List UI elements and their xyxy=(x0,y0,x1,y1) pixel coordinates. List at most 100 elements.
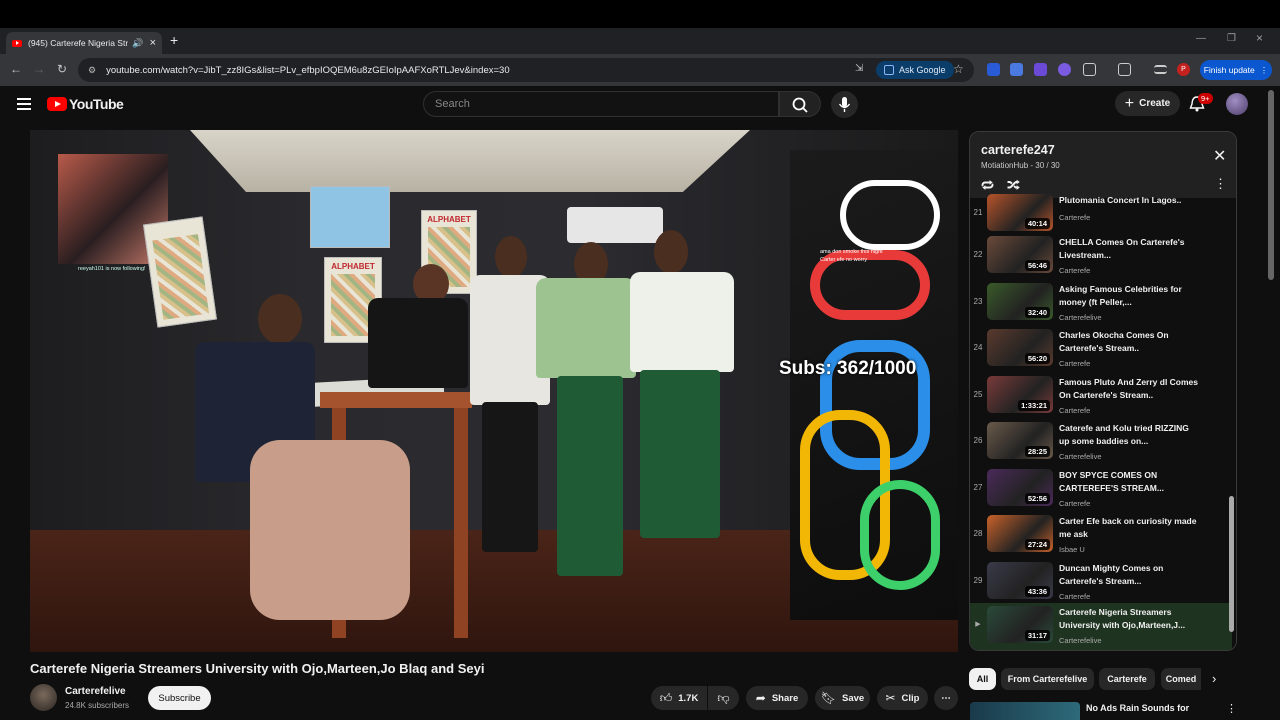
search-input[interactable]: Search xyxy=(423,91,779,117)
item-thumbnail[interactable]: 32:40 xyxy=(987,283,1053,320)
profile-icon[interactable]: P xyxy=(1177,63,1190,76)
playlist-item[interactable]: 22 56:46 CHELLA Comes On Carterefe's Liv… xyxy=(970,233,1232,279)
item-thumbnail[interactable]: 40:14 xyxy=(987,194,1053,231)
alphabet-label-2: ALPHABET xyxy=(427,215,471,224)
subscribe-button[interactable]: Subscribe xyxy=(148,686,211,710)
playlist-item[interactable]: 28 27:24 Carter Efe back on curiosity ma… xyxy=(970,512,1232,558)
channel-avatar[interactable] xyxy=(30,684,57,711)
playlist-item[interactable]: 26 28:25 Caterefe and Kolu tried RIZZING… xyxy=(970,419,1232,465)
more-menu-icon: ⋮ xyxy=(1259,64,1269,75)
browser-tab[interactable]: (945) Carterefe Nigeria Stre 🔊 × xyxy=(6,32,162,54)
playlist-item-now-playing[interactable]: ▶ 31:17 Carterefe Nigeria Streamers Univ… xyxy=(970,603,1232,650)
item-title[interactable]: CHELLA Comes On Carterefe's Livestream..… xyxy=(1059,236,1199,262)
tab-title: (945) Carterefe Nigeria Stre xyxy=(28,38,129,48)
address-bar[interactable]: ⚙ youtube.com/watch?v=JibT_zz8IGs&list=P… xyxy=(78,58,974,82)
close-window-icon[interactable]: × xyxy=(1256,31,1263,45)
chip-carterefe[interactable]: Carterefe xyxy=(1099,668,1155,690)
clip-button[interactable]: ✂ Clip xyxy=(877,686,928,710)
cloud-extension-icon[interactable] xyxy=(1058,63,1071,76)
more-actions-button[interactable]: ⋯ xyxy=(934,686,958,710)
install-app-icon[interactable]: ⇲ xyxy=(855,63,863,74)
item-channel: Carterefelive xyxy=(1059,452,1102,461)
item-duration: 56:20 xyxy=(1024,353,1050,364)
playlist-item[interactable]: 24 56:20 Charles Okocha Comes On Cartere… xyxy=(970,326,1232,372)
item-title[interactable]: Famous Pluto And Zerry dl Comes On Carte… xyxy=(1059,376,1199,402)
channel-name[interactable]: Carterefelive xyxy=(65,686,126,697)
new-tab-icon[interactable]: + xyxy=(170,32,178,48)
desk-top xyxy=(320,392,472,408)
finish-update-button[interactable]: Finish update ⋮ xyxy=(1200,60,1272,80)
youtube-logo[interactable]: YouTube xyxy=(47,96,124,112)
next-video-more-icon[interactable]: ⋮ xyxy=(1226,702,1237,715)
reading-list-icon[interactable] xyxy=(1154,65,1167,74)
close-tab-icon[interactable]: × xyxy=(150,37,156,49)
chip-all[interactable]: All xyxy=(969,668,996,690)
bookmark-star-icon[interactable]: ☆ xyxy=(953,62,964,76)
playlist-item[interactable]: 25 1:33:21 Famous Pluto And Zerry dl Com… xyxy=(970,373,1232,419)
minimize-icon[interactable]: — xyxy=(1196,33,1206,44)
account-avatar[interactable] xyxy=(1226,93,1248,115)
next-video-title[interactable]: No Ads Rain Sounds for xyxy=(1086,703,1189,713)
item-thumbnail[interactable]: 1:33:21 xyxy=(987,376,1053,413)
chat-line: ama don smoke this night xyxy=(820,249,883,255)
back-icon[interactable]: ← xyxy=(10,62,22,76)
reload-icon[interactable]: ↻ xyxy=(57,62,67,76)
playlist-title[interactable]: carterefe247 xyxy=(981,143,1055,157)
voice-search-button[interactable] xyxy=(831,91,858,118)
save-button[interactable]: 🔖︎ Save xyxy=(815,686,870,710)
share-button[interactable]: ➦ Share xyxy=(746,686,808,710)
playlist-item[interactable]: 29 43:36 Duncan Mighty Comes on Carteref… xyxy=(970,559,1232,605)
chip-next-arrow-icon[interactable]: › xyxy=(1212,671,1216,686)
playlist-scrollbar[interactable] xyxy=(1229,198,1234,638)
item-title[interactable]: Duncan Mighty Comes on Carterefe's Strea… xyxy=(1059,562,1199,588)
playlist-scrollbar-thumb[interactable] xyxy=(1229,496,1234,632)
like-button[interactable]: 👍︎ 1.7K xyxy=(651,686,707,710)
graffiti-mural xyxy=(790,150,958,620)
desk-leg xyxy=(454,408,468,638)
close-playlist-icon[interactable]: ✕ xyxy=(1213,146,1226,166)
item-thumbnail[interactable]: 52:56 xyxy=(987,469,1053,506)
playlist-item[interactable]: 21 40:14 Plutomania Concert In Lagos.. C… xyxy=(970,191,1232,237)
next-video-thumbnail[interactable] xyxy=(970,702,1080,720)
item-title[interactable]: Plutomania Concert In Lagos.. xyxy=(1059,194,1199,207)
playlist-item[interactable]: 23 32:40 Asking Famous Celebrities for m… xyxy=(970,280,1232,326)
item-thumbnail[interactable]: 56:20 xyxy=(987,329,1053,366)
speaker-icon[interactable]: 🔊 xyxy=(132,38,143,49)
item-thumbnail[interactable]: 27:24 xyxy=(987,515,1053,552)
shield-extension-icon[interactable] xyxy=(1034,63,1047,76)
playlist-item[interactable]: 27 52:56 BOY SPYCE COMES ON CARTEREFE'S … xyxy=(970,466,1232,512)
video-player[interactable]: reeyah101 is now following! ALPHABET ALP… xyxy=(30,130,958,652)
ask-google-button[interactable]: Ask Google xyxy=(876,61,954,79)
translate-extension-icon[interactable] xyxy=(1010,63,1023,76)
item-thumbnail[interactable]: 43:36 xyxy=(987,562,1053,599)
forward-icon[interactable]: → xyxy=(33,62,45,76)
page-scrollbar[interactable] xyxy=(1268,90,1274,280)
playlist-more-icon[interactable]: ⋮ xyxy=(1214,176,1227,192)
search-button[interactable] xyxy=(779,91,821,117)
create-button[interactable]: + Create xyxy=(1115,91,1180,116)
more-horizontal-icon: ⋯ xyxy=(941,692,951,704)
classroom-sign xyxy=(310,186,390,248)
chip-comedy[interactable]: Comed xyxy=(1161,668,1201,690)
item-index: 28 xyxy=(973,529,983,538)
chip-from-channel[interactable]: From Carterefelive xyxy=(1001,668,1094,690)
dislike-button[interactable]: 👎︎ xyxy=(708,686,739,710)
finish-update-label: Finish update xyxy=(1203,65,1255,75)
item-title[interactable]: Charles Okocha Comes On Carterefe's Stre… xyxy=(1059,329,1199,355)
maximize-icon[interactable]: ❐ xyxy=(1227,33,1236,44)
item-thumbnail[interactable]: 31:17 xyxy=(987,606,1053,643)
item-thumbnail[interactable]: 28:25 xyxy=(987,422,1053,459)
extension-icon[interactable] xyxy=(987,63,1000,76)
item-title[interactable]: Carter Efe back on curiosity made me ask xyxy=(1059,515,1199,541)
item-thumbnail[interactable]: 56:46 xyxy=(987,236,1053,273)
item-title[interactable]: BOY SPYCE COMES ON CARTEREFE'S STREAM... xyxy=(1059,469,1199,495)
extensions-puzzle-icon[interactable] xyxy=(1083,63,1096,76)
site-info-icon[interactable]: ⚙ xyxy=(88,65,96,76)
sidepanel-icon[interactable] xyxy=(1118,63,1131,76)
item-title[interactable]: Carterefe Nigeria Streamers University w… xyxy=(1059,606,1199,632)
item-title[interactable]: Caterefe and Kolu tried RIZZING up some … xyxy=(1059,422,1199,448)
hamburger-menu-icon[interactable] xyxy=(17,98,31,110)
item-title[interactable]: Asking Famous Celebrities for money (ft … xyxy=(1059,283,1199,309)
item-index: 27 xyxy=(973,483,983,492)
share-label: Share xyxy=(771,692,799,704)
